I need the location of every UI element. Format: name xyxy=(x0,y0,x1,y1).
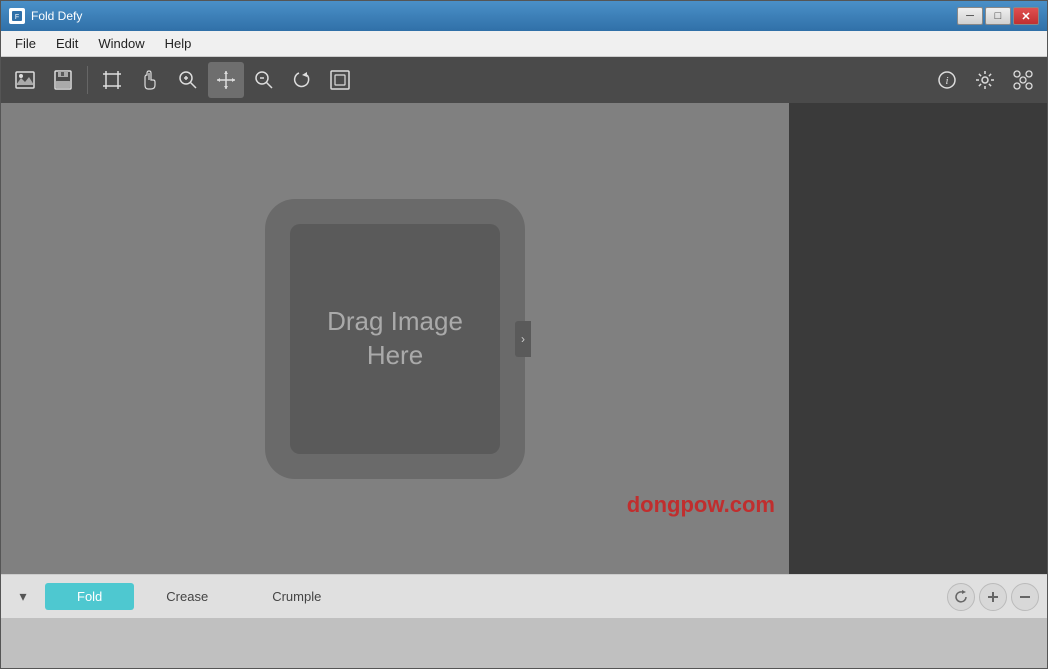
tabs-container: Fold Crease Crumple xyxy=(45,583,943,610)
title-bar-left: F Fold Defy xyxy=(9,8,82,24)
minimize-button[interactable]: ─ xyxy=(957,7,983,25)
panel-toggle-button[interactable]: › xyxy=(515,321,531,357)
drop-zone-inner: Drag ImageHere xyxy=(290,224,500,454)
main-window: F Fold Defy ─ □ ✕ File Edit Window Help xyxy=(0,0,1048,669)
refresh-button[interactable] xyxy=(947,583,975,611)
remove-button[interactable] xyxy=(1011,583,1039,611)
toolbar: i xyxy=(1,57,1047,103)
bottom-controls xyxy=(947,583,1039,611)
close-button[interactable]: ✕ xyxy=(1013,7,1039,25)
drop-zone[interactable]: Drag ImageHere xyxy=(265,199,525,479)
bottom-bar: ▾ Fold Crease Crumple xyxy=(1,574,1047,618)
menu-help[interactable]: Help xyxy=(155,34,202,53)
zoom-out-button[interactable] xyxy=(246,62,282,98)
svg-text:F: F xyxy=(15,14,19,21)
window-title: Fold Defy xyxy=(31,9,82,23)
right-panel xyxy=(789,103,1047,574)
toolbar-separator-1 xyxy=(87,66,88,94)
zoom-in-button[interactable] xyxy=(170,62,206,98)
info-button[interactable]: i xyxy=(929,62,965,98)
tab-fold[interactable]: Fold xyxy=(45,583,134,610)
main-area: › Drag ImageHere dongpow.com xyxy=(1,103,1047,574)
menu-bar: File Edit Window Help xyxy=(1,31,1047,57)
effects-button[interactable] xyxy=(1005,62,1041,98)
menu-file[interactable]: File xyxy=(5,34,46,53)
open-image-button[interactable] xyxy=(7,62,43,98)
rotate-button[interactable] xyxy=(284,62,320,98)
svg-text:i: i xyxy=(945,75,948,87)
transform-button[interactable] xyxy=(132,62,168,98)
drop-text: Drag ImageHere xyxy=(327,305,463,373)
app-icon: F xyxy=(9,8,25,24)
export-button[interactable] xyxy=(322,62,358,98)
canvas-area[interactable]: › Drag ImageHere dongpow.com xyxy=(1,103,789,574)
tab-crumple[interactable]: Crumple xyxy=(240,583,353,610)
window-controls: ─ □ ✕ xyxy=(957,7,1039,25)
move-button[interactable] xyxy=(208,62,244,98)
tab-crease[interactable]: Crease xyxy=(134,583,240,610)
watermark: dongpow.com xyxy=(627,492,775,518)
maximize-button[interactable]: □ xyxy=(985,7,1011,25)
crop-button[interactable] xyxy=(94,62,130,98)
footer-area xyxy=(1,618,1047,668)
settings-button[interactable] xyxy=(967,62,1003,98)
save-button[interactable] xyxy=(45,62,81,98)
menu-edit[interactable]: Edit xyxy=(46,34,88,53)
add-button[interactable] xyxy=(979,583,1007,611)
menu-window[interactable]: Window xyxy=(88,34,154,53)
expand-button[interactable]: ▾ xyxy=(9,583,37,611)
title-bar: F Fold Defy ─ □ ✕ xyxy=(1,1,1047,31)
